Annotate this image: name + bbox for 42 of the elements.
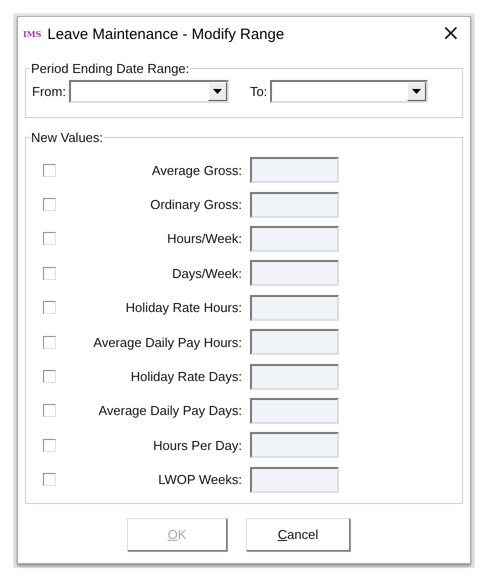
input-field[interactable] <box>250 157 339 184</box>
checkbox[interactable] <box>43 438 56 452</box>
input-field[interactable] <box>250 329 339 356</box>
checkbox[interactable] <box>43 198 56 212</box>
field-label: Average Gross: <box>150 162 242 178</box>
checkbox[interactable] <box>43 404 56 418</box>
from-dropdown[interactable] <box>68 80 229 103</box>
checkbox[interactable] <box>43 232 56 246</box>
field-label: Ordinary Gross: <box>149 197 242 212</box>
dropdown-arrow-icon <box>412 89 422 94</box>
field-label: Holiday Rate Hours: <box>124 300 242 316</box>
checkbox[interactable] <box>43 473 56 486</box>
input-field[interactable] <box>250 364 339 390</box>
field-label: Hours Per Day: <box>152 438 242 453</box>
cancel-button[interactable]: Cancel <box>246 518 350 551</box>
from-label: From: <box>32 84 66 99</box>
field-label: Hours/Week: <box>166 231 242 246</box>
app-logo: IMS <box>23 29 42 39</box>
to-dropdown[interactable] <box>270 80 428 103</box>
field-label: Holiday Rate Days: <box>130 369 242 384</box>
field-label: Days/Week: <box>171 266 242 281</box>
checkbox[interactable] <box>43 336 56 349</box>
input-field[interactable] <box>250 294 339 321</box>
checkbox[interactable] <box>43 301 56 314</box>
field-label: Average Daily Pay Days: <box>97 403 242 418</box>
window-title: Leave Maintenance - Modify Range <box>47 26 286 42</box>
group-legend: New Values: <box>30 130 104 145</box>
checkbox[interactable] <box>43 266 56 280</box>
checkbox[interactable] <box>43 370 56 384</box>
input-field[interactable] <box>250 398 339 424</box>
input-field[interactable] <box>250 466 339 493</box>
field-label: Average Daily Pay Hours: <box>92 334 242 350</box>
to-label: To: <box>250 84 268 99</box>
input-field[interactable] <box>250 432 339 458</box>
input-field[interactable] <box>250 192 339 218</box>
close-button[interactable]: × <box>442 23 460 45</box>
group-legend: Period Ending Date Range: <box>30 61 190 76</box>
field-label: LWOP Weeks: <box>157 472 242 488</box>
input-field[interactable] <box>250 260 339 286</box>
input-field[interactable] <box>250 226 339 252</box>
dropdown-arrow-icon <box>212 89 222 94</box>
checkbox[interactable] <box>43 164 56 177</box>
